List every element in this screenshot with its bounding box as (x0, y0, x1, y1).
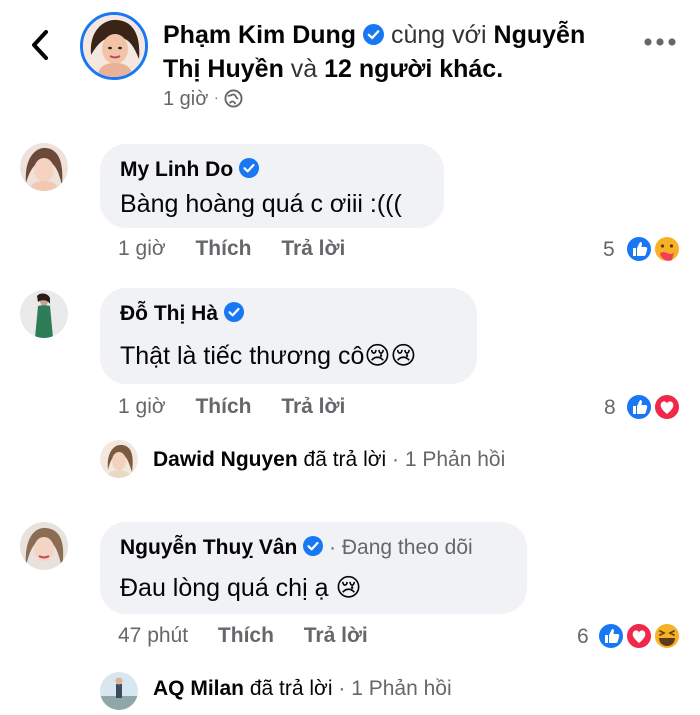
comment-text: Đau lòng quá chị ạ 😢 (120, 570, 507, 606)
reply-button[interactable]: Trả lời (304, 624, 368, 647)
like-reaction-icon (625, 235, 653, 263)
verified-badge-icon (239, 158, 259, 178)
comment-text-body: Đau lòng quá chị ạ (120, 574, 329, 602)
reactions-summary[interactable] (596, 621, 684, 651)
tagged-name-part-1[interactable]: Nguyễn (494, 21, 586, 49)
reply-action: đã trả lời (249, 677, 333, 700)
tagged-name-part-2[interactable]: Thị Huyền (163, 55, 284, 83)
back-chevron-icon[interactable] (24, 26, 58, 64)
comment-actions: 1 giờ Thích Trả lời (118, 237, 369, 261)
commenter-name-text[interactable]: My Linh Do (120, 158, 233, 181)
replier-name[interactable]: AQ Milan (153, 677, 244, 700)
comment-text-body: Thật là tiếc thương cô (120, 342, 365, 370)
reply-separator: · (338, 677, 346, 700)
commenter-name[interactable]: Đỗ Thị Hà (120, 300, 457, 328)
reply-count[interactable]: 1 Phản hồi (351, 677, 451, 700)
reply-button[interactable]: Trả lời (281, 237, 345, 260)
reply-action: đã trả lời (303, 448, 387, 471)
love-reaction-icon (653, 393, 681, 421)
reactions-summary[interactable] (624, 234, 684, 264)
and-word: và (290, 55, 318, 83)
reply-button[interactable]: Trả lời (281, 395, 345, 418)
more-options-icon[interactable] (640, 34, 680, 50)
replier-name[interactable]: Dawid Nguyen (153, 448, 298, 471)
meta-separator: · (213, 89, 219, 105)
like-reaction-icon (625, 393, 653, 421)
follow-separator: · (329, 536, 337, 559)
comment-actions: 47 phút Thích Trả lời (118, 624, 392, 648)
crying-emoji-icon: 😢 (335, 574, 362, 602)
comment-bubble[interactable]: Đỗ Thị Hà Thật là tiếc thương cô😢😢 (100, 288, 477, 384)
reaction-count[interactable]: 8 (604, 396, 616, 420)
care-reaction-icon (653, 235, 681, 263)
post-header-title: Phạm Kim Dung cùng với Nguyễn Thị Huyền v… (163, 18, 613, 86)
commenter-name[interactable]: Nguyễn Thuỵ Vân · Đang theo dõi (120, 534, 507, 562)
commenter-avatar[interactable] (20, 290, 68, 338)
post-author-avatar[interactable] (80, 12, 148, 80)
comment-bubble[interactable]: Nguyễn Thuỵ Vân · Đang theo dõi Đau lòng… (100, 522, 527, 614)
crying-emoji-icon: 😢😢 (364, 342, 417, 370)
like-button[interactable]: Thích (218, 624, 274, 647)
reply-summary[interactable]: Dawid Nguyen đã trả lời · 1 Phản hồi (153, 448, 505, 472)
replier-avatar[interactable] (100, 672, 138, 710)
like-button[interactable]: Thích (195, 395, 251, 418)
comment-time[interactable]: 47 phút (118, 624, 188, 647)
like-button[interactable]: Thích (195, 237, 251, 260)
haha-reaction-icon (653, 622, 681, 650)
with-prefix: cùng với (390, 21, 487, 49)
reply-summary[interactable]: AQ Milan đã trả lời · 1 Phản hồi (153, 677, 452, 701)
comment-actions: 1 giờ Thích Trả lời (118, 395, 369, 419)
post-time[interactable]: 1 giờ (163, 88, 208, 110)
replier-avatar[interactable] (100, 440, 138, 478)
commenter-name-text[interactable]: Đỗ Thị Hà (120, 302, 218, 325)
follow-status[interactable]: Đang theo dõi (342, 536, 473, 559)
like-reaction-icon (597, 622, 625, 650)
post-author-name[interactable]: Phạm Kim Dung (163, 21, 356, 49)
others-link[interactable]: 12 người khác. (324, 55, 503, 83)
commenter-name[interactable]: My Linh Do (120, 156, 424, 184)
comment-time[interactable]: 1 giờ (118, 395, 166, 418)
comment-bubble[interactable]: My Linh Do Bàng hoàng quá c ơiii :((( (100, 144, 444, 228)
reply-count[interactable]: 1 Phản hồi (405, 448, 505, 471)
love-reaction-icon (625, 622, 653, 650)
reactions-summary[interactable] (624, 392, 684, 422)
verified-badge-icon (223, 302, 244, 322)
reaction-count[interactable]: 6 (577, 625, 589, 649)
reply-separator: · (392, 448, 400, 471)
commenter-name-text[interactable]: Nguyễn Thuỵ Vân (120, 536, 297, 559)
commenter-avatar[interactable] (20, 522, 68, 570)
commenter-avatar[interactable] (20, 143, 68, 191)
comment-text: Thật là tiếc thương cô😢😢 (120, 338, 457, 374)
globe-icon (224, 89, 243, 108)
reaction-count[interactable]: 5 (603, 238, 615, 262)
comment-time[interactable]: 1 giờ (118, 237, 166, 260)
comment-text: Bàng hoàng quá c ơiii :((( (120, 190, 402, 218)
post-meta: 1 giờ · (163, 88, 243, 111)
verified-badge-icon (363, 24, 385, 45)
verified-badge-icon (303, 536, 324, 556)
